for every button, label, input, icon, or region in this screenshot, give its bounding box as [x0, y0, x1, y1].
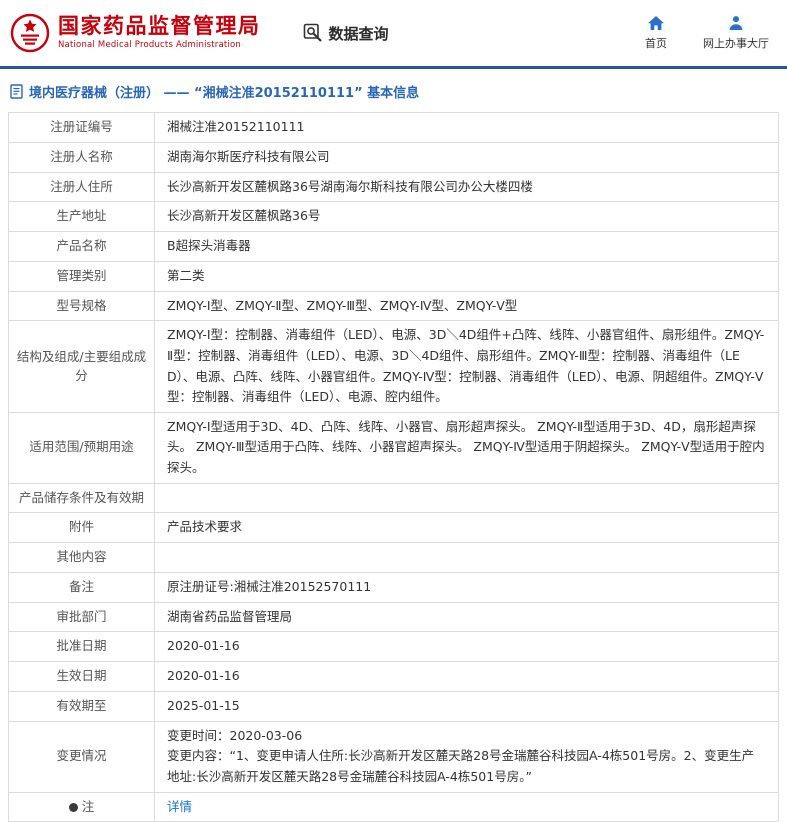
row-label: 附件 — [9, 513, 155, 543]
row-value: 湘械注准20152110111 — [155, 113, 779, 143]
home-icon — [647, 15, 665, 31]
row-label: 审批部门 — [9, 602, 155, 632]
row-value: 长沙高新开发区麓枫路36号湖南海尔斯科技有限公司办公大楼四楼 — [155, 172, 779, 202]
row-value: ZMQY-Ⅰ型、ZMQY-Ⅱ型、ZMQY-Ⅲ型、ZMQY-Ⅳ型、ZMQY-Ⅴ型 — [155, 291, 779, 321]
row-label: 适用范围/预期用途 — [9, 412, 155, 483]
row-label: 注册人住所 — [9, 172, 155, 202]
row-value: ZMQY-Ⅰ型：控制器、消毒组件（LED）、电源、3D＼4D组件+凸阵、线阵、小… — [155, 321, 779, 413]
table-row: 有效期至2025-01-15 — [9, 691, 779, 721]
nav-service-hall[interactable]: 网上办事大厅 — [703, 15, 769, 51]
breadcrumb: 境内医疗器械（注册） —— “湘械注准20152110111” 基本信息 — [0, 69, 787, 112]
page-header: 国家药品监督管理局 National Medical Products Admi… — [0, 0, 787, 66]
row-label: 批准日期 — [9, 632, 155, 662]
row-label: 注册证编号 — [9, 113, 155, 143]
search-icon — [303, 23, 323, 43]
row-value: 变更时间：2020-03-06变更内容：“1、变更申请人住所:长沙高新开发区麓天… — [155, 721, 779, 792]
row-label: 产品储存条件及有效期 — [9, 483, 155, 513]
nmpa-emblem-logo — [10, 13, 50, 53]
detail-link[interactable]: 详情 — [167, 799, 192, 814]
org-name-en: National Medical Products Administration — [58, 41, 261, 50]
row-label: 生效日期 — [9, 662, 155, 692]
row-value: ZMQY-Ⅰ型适用于3D、4D、凸阵、线阵、小器官、扇形超声探头。 ZMQY-Ⅱ… — [155, 412, 779, 483]
info-table-body: 注册证编号湘械注准20152110111注册人名称湖南海尔斯医疗科技有限公司注册… — [9, 113, 779, 822]
row-value: 2020-01-16 — [155, 632, 779, 662]
row-value — [155, 543, 779, 573]
doc-icon — [10, 84, 23, 99]
table-row: 产品名称B超探头消毒器 — [9, 232, 779, 262]
nav-data-query[interactable]: 数据查询 — [303, 23, 389, 44]
row-label: 其他内容 — [9, 543, 155, 573]
registration-info-section: 注册证编号湘械注准20152110111注册人名称湖南海尔斯医疗科技有限公司注册… — [0, 112, 787, 822]
nav-home[interactable]: 首页 — [639, 15, 673, 51]
row-label: 有效期至 — [9, 691, 155, 721]
table-row: 备注原注册证号:湘械注准20152570111 — [9, 572, 779, 602]
table-row: 注册证编号湘械注准20152110111 — [9, 113, 779, 143]
table-row: 变更情况变更时间：2020-03-06变更内容：“1、变更申请人住所:长沙高新开… — [9, 721, 779, 792]
row-value: 原注册证号:湘械注准20152570111 — [155, 572, 779, 602]
row-value: 2020-01-16 — [155, 662, 779, 692]
row-value: 湖南海尔斯医疗科技有限公司 — [155, 142, 779, 172]
note-bullet-icon — [69, 803, 78, 812]
row-value-line: 变更内容：“1、变更申请人住所:长沙高新开发区麓天路28号金瑞麓谷科技园A-4栋… — [167, 746, 766, 787]
row-value: 详情 — [155, 792, 779, 822]
row-label: 变更情况 — [9, 721, 155, 792]
breadcrumb-text: 境内医疗器械（注册） —— “湘械注准20152110111” 基本信息 — [29, 82, 419, 101]
row-value: 产品技术要求 — [155, 513, 779, 543]
table-row: 批准日期2020-01-16 — [9, 632, 779, 662]
nav-home-label: 首页 — [645, 35, 667, 51]
row-value: 2025-01-15 — [155, 691, 779, 721]
table-row: 注详情 — [9, 792, 779, 822]
table-row: 注册人名称湖南海尔斯医疗科技有限公司 — [9, 142, 779, 172]
row-value: 湖南省药品监督管理局 — [155, 602, 779, 632]
row-value: 长沙高新开发区麓枫路36号 — [155, 202, 779, 232]
registration-info-table: 注册证编号湘械注准20152110111注册人名称湖南海尔斯医疗科技有限公司注册… — [8, 112, 779, 822]
row-label: 型号规格 — [9, 291, 155, 321]
org-names: 国家药品监督管理局 National Medical Products Admi… — [58, 15, 261, 50]
row-label: 管理类别 — [9, 261, 155, 291]
nav-service-hall-label: 网上办事大厅 — [703, 35, 769, 51]
row-label: 注册人名称 — [9, 142, 155, 172]
table-row: 管理类别第二类 — [9, 261, 779, 291]
table-row: 产品储存条件及有效期 — [9, 483, 779, 513]
org-name-cn: 国家药品监督管理局 — [58, 15, 261, 38]
row-label: 生产地址 — [9, 202, 155, 232]
header-nav: 首页 网上办事大厅 — [639, 15, 769, 51]
row-label: 备注 — [9, 572, 155, 602]
table-row: 其他内容 — [9, 543, 779, 573]
table-row: 适用范围/预期用途ZMQY-Ⅰ型适用于3D、4D、凸阵、线阵、小器官、扇形超声探… — [9, 412, 779, 483]
table-row: 生产地址长沙高新开发区麓枫路36号 — [9, 202, 779, 232]
table-row: 结构及组成/主要组成成分ZMQY-Ⅰ型：控制器、消毒组件（LED）、电源、3D＼… — [9, 321, 779, 413]
table-row: 注册人住所长沙高新开发区麓枫路36号湖南海尔斯科技有限公司办公大楼四楼 — [9, 172, 779, 202]
table-row: 生效日期2020-01-16 — [9, 662, 779, 692]
table-row: 型号规格ZMQY-Ⅰ型、ZMQY-Ⅱ型、ZMQY-Ⅲ型、ZMQY-Ⅳ型、ZMQY… — [9, 291, 779, 321]
row-label: 注 — [9, 792, 155, 822]
row-label: 结构及组成/主要组成成分 — [9, 321, 155, 413]
table-row: 附件产品技术要求 — [9, 513, 779, 543]
row-label: 产品名称 — [9, 232, 155, 262]
row-value-line: 变更时间：2020-03-06 — [167, 726, 766, 747]
person-icon — [728, 15, 744, 31]
table-row: 审批部门湖南省药品监督管理局 — [9, 602, 779, 632]
row-value — [155, 483, 779, 513]
row-value: B超探头消毒器 — [155, 232, 779, 262]
row-value: 第二类 — [155, 261, 779, 291]
nmpa-logo-block[interactable]: 国家药品监督管理局 National Medical Products Admi… — [10, 13, 261, 53]
nav-data-query-label: 数据查询 — [329, 23, 389, 44]
